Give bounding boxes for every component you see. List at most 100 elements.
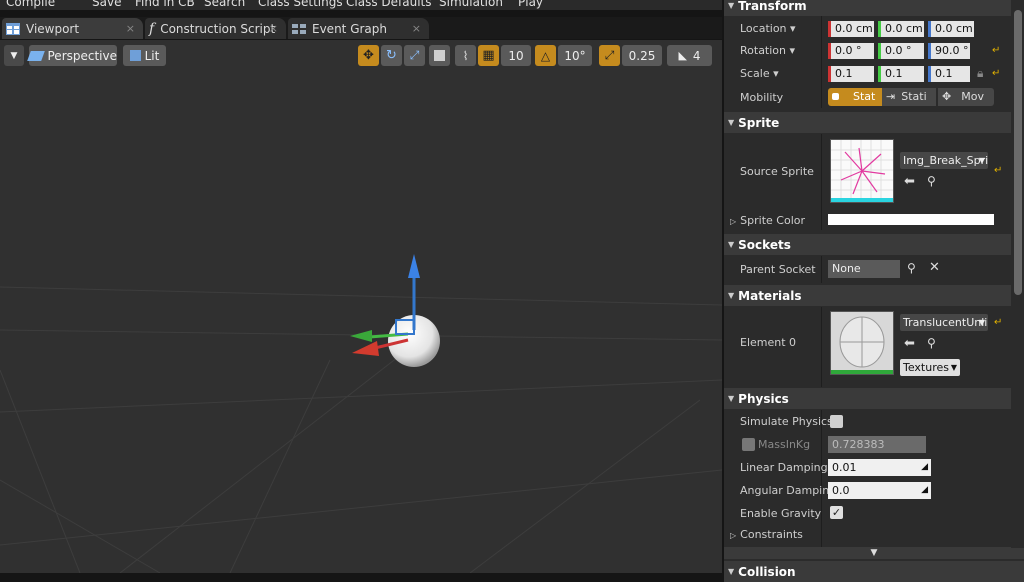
world-local-button[interactable] (429, 45, 450, 66)
scale-label[interactable]: Scale ▾ (740, 67, 779, 80)
compile-button[interactable]: Compile (6, 0, 55, 9)
scale-y-field[interactable]: 0.1 (878, 66, 924, 82)
mass-label: MassInKg (758, 438, 811, 451)
lit-button[interactable]: Lit (123, 45, 166, 66)
rotation-x-field[interactable]: 0.0 ° (828, 43, 874, 59)
scale-snap-value[interactable]: 0.25 (622, 45, 662, 66)
sprite-section-header[interactable]: ▼ Sprite (724, 112, 1024, 133)
rotation-y-field[interactable]: 0.0 ° (878, 43, 924, 59)
class-defaults-button[interactable]: Class Defaults (346, 0, 431, 9)
source-sprite-dropdown[interactable]: Img_Break_Spri ▼ (900, 152, 988, 169)
simulate-physics-checkbox[interactable] (830, 415, 843, 428)
label-text: Sprite Color (740, 214, 805, 227)
drag-handle-icon[interactable]: ◢ (921, 459, 928, 476)
mass-override-checkbox[interactable] (742, 438, 755, 451)
translate-mode-button[interactable]: ✥ (358, 45, 379, 66)
materials-section-header[interactable]: ▼ Materials (724, 285, 1024, 306)
element-0-label: Element 0 (740, 336, 797, 349)
play-button[interactable]: Play (518, 0, 543, 9)
browse-search-icon[interactable]: ⚲ (927, 174, 936, 188)
use-selected-arrow-icon[interactable]: ⬅ (904, 174, 915, 189)
mobility-stationary-button[interactable]: ⇥ Stati (882, 88, 936, 106)
location-label[interactable]: Location ▾ (740, 22, 796, 35)
constraints-label[interactable]: ▷ Constraints (730, 528, 803, 541)
location-x-field[interactable]: 0.0 cm (828, 21, 874, 37)
reset-arrow-icon[interactable]: ↵ (994, 317, 1002, 328)
sprite-thumbnail[interactable] (830, 139, 894, 203)
find-in-cb-button[interactable]: Find in CB (135, 0, 195, 9)
tab-construction-script[interactable]: f Construction Script × (145, 18, 286, 39)
camera-speed-icon: ◣ (678, 49, 687, 62)
grid-snap-value[interactable]: 10 (501, 45, 531, 66)
graph-icon (292, 23, 306, 35)
rotation-label[interactable]: Rotation ▾ (740, 44, 795, 57)
perspective-button[interactable]: Perspective (27, 45, 117, 66)
rotation-z-field[interactable]: 90.0 ° (928, 43, 970, 59)
section-title: Materials (738, 288, 802, 303)
details-scrollbar[interactable] (1011, 0, 1024, 548)
section-title: Collision (738, 564, 796, 579)
tab-label: Construction Script (160, 21, 276, 36)
section-title: Sockets (738, 237, 791, 252)
rotation-snap-value[interactable]: 10° (558, 45, 592, 66)
scale-x-field[interactable]: 0.1 (828, 66, 874, 82)
textures-dropdown[interactable]: Textures ▼ (900, 359, 960, 376)
grid-snap-toggle[interactable]: ▦ (478, 45, 499, 66)
tab-event-graph[interactable]: Event Graph × (288, 18, 429, 39)
scale-mode-button[interactable]: ⤢ (404, 45, 425, 66)
sprite-color-swatch[interactable] (828, 214, 994, 225)
location-y-field[interactable]: 0.0 cm (878, 21, 924, 37)
source-sprite-value: Img_Break_Spri (903, 154, 988, 167)
camera-speed-button[interactable]: ◣ 4 (667, 45, 712, 66)
collision-section-header[interactable]: ▼ Collision (724, 561, 1024, 582)
collapse-arrow-icon: ▼ (728, 291, 735, 300)
scrollbar-thumb[interactable] (1014, 10, 1022, 295)
close-icon[interactable]: × (412, 22, 421, 35)
lock-icon[interactable]: 🔒︎ (977, 66, 983, 81)
label-text: Location (740, 22, 787, 35)
drag-handle-icon[interactable]: ◢ (921, 482, 928, 499)
parent-socket-field[interactable]: None (828, 260, 900, 278)
scale-z-field[interactable]: 0.1 (928, 66, 970, 82)
collapse-arrow-icon: ▼ (728, 567, 735, 576)
reset-arrow-icon[interactable]: ↵ (994, 165, 1002, 176)
save-button[interactable]: Save (92, 0, 121, 9)
simulation-button[interactable]: Simulation (439, 0, 503, 9)
advanced-expander[interactable]: ▼ (724, 547, 1024, 559)
close-icon[interactable]: × (126, 22, 135, 35)
surface-snap-button[interactable]: ⌇ (455, 45, 476, 66)
physics-section-header[interactable]: ▼ Physics (724, 388, 1024, 409)
reset-arrow-icon[interactable]: ↵ (992, 68, 1000, 79)
browse-search-icon[interactable]: ⚲ (927, 336, 936, 350)
sprite-color-label[interactable]: ▷ Sprite Color (730, 214, 805, 227)
scale-snap-toggle[interactable]: ⤢ (599, 45, 620, 66)
mass-field[interactable]: 0.728383 (828, 436, 926, 453)
reset-arrow-icon[interactable]: ↵ (992, 45, 1000, 56)
enable-gravity-checkbox[interactable]: ✓ (830, 506, 843, 519)
rotate-mode-button[interactable]: ↻ (381, 45, 402, 66)
mobility-movable-button[interactable]: ✥ Mov (938, 88, 994, 106)
viewport-options-button[interactable]: ▼ (4, 45, 24, 66)
material-dropdown[interactable]: TranslucentUnli ▼ (900, 314, 988, 331)
tab-viewport[interactable]: Viewport × (2, 18, 143, 39)
class-settings-button[interactable]: Class Settings (258, 0, 343, 9)
search-icon[interactable]: ⚲ (907, 261, 916, 275)
search-button[interactable]: Search (204, 0, 245, 9)
location-z-field[interactable]: 0.0 cm (928, 21, 974, 37)
viewport[interactable]: ▼ Perspective Lit ✥ ↻ ⤢ ⌇ ▦ 10 △ 10° ⤢ 0… (0, 40, 722, 573)
close-icon[interactable]: × (269, 22, 278, 35)
linear-damping-field[interactable]: 0.01 ◢ (828, 459, 931, 476)
angular-damping-field[interactable]: 0.0 ◢ (828, 482, 931, 499)
use-selected-arrow-icon[interactable]: ⬅ (904, 336, 915, 351)
clear-icon[interactable]: ✕ (929, 260, 940, 275)
sockets-section-header[interactable]: ▼ Sockets (724, 234, 1024, 255)
viewport-grid (0, 254, 722, 573)
material-thumbnail[interactable] (830, 311, 894, 375)
mobility-static-button[interactable]: Stat (828, 88, 882, 106)
viewport-grid-icon (6, 22, 20, 35)
chevron-down-icon: ▼ (978, 318, 985, 327)
rotation-snap-toggle[interactable]: △ (535, 45, 556, 66)
editor-tabs: Viewport × f Construction Script × Event… (0, 17, 722, 39)
expand-arrow-icon: ▷ (730, 531, 737, 540)
transform-section-header[interactable]: ▼ Transform (724, 0, 1024, 16)
